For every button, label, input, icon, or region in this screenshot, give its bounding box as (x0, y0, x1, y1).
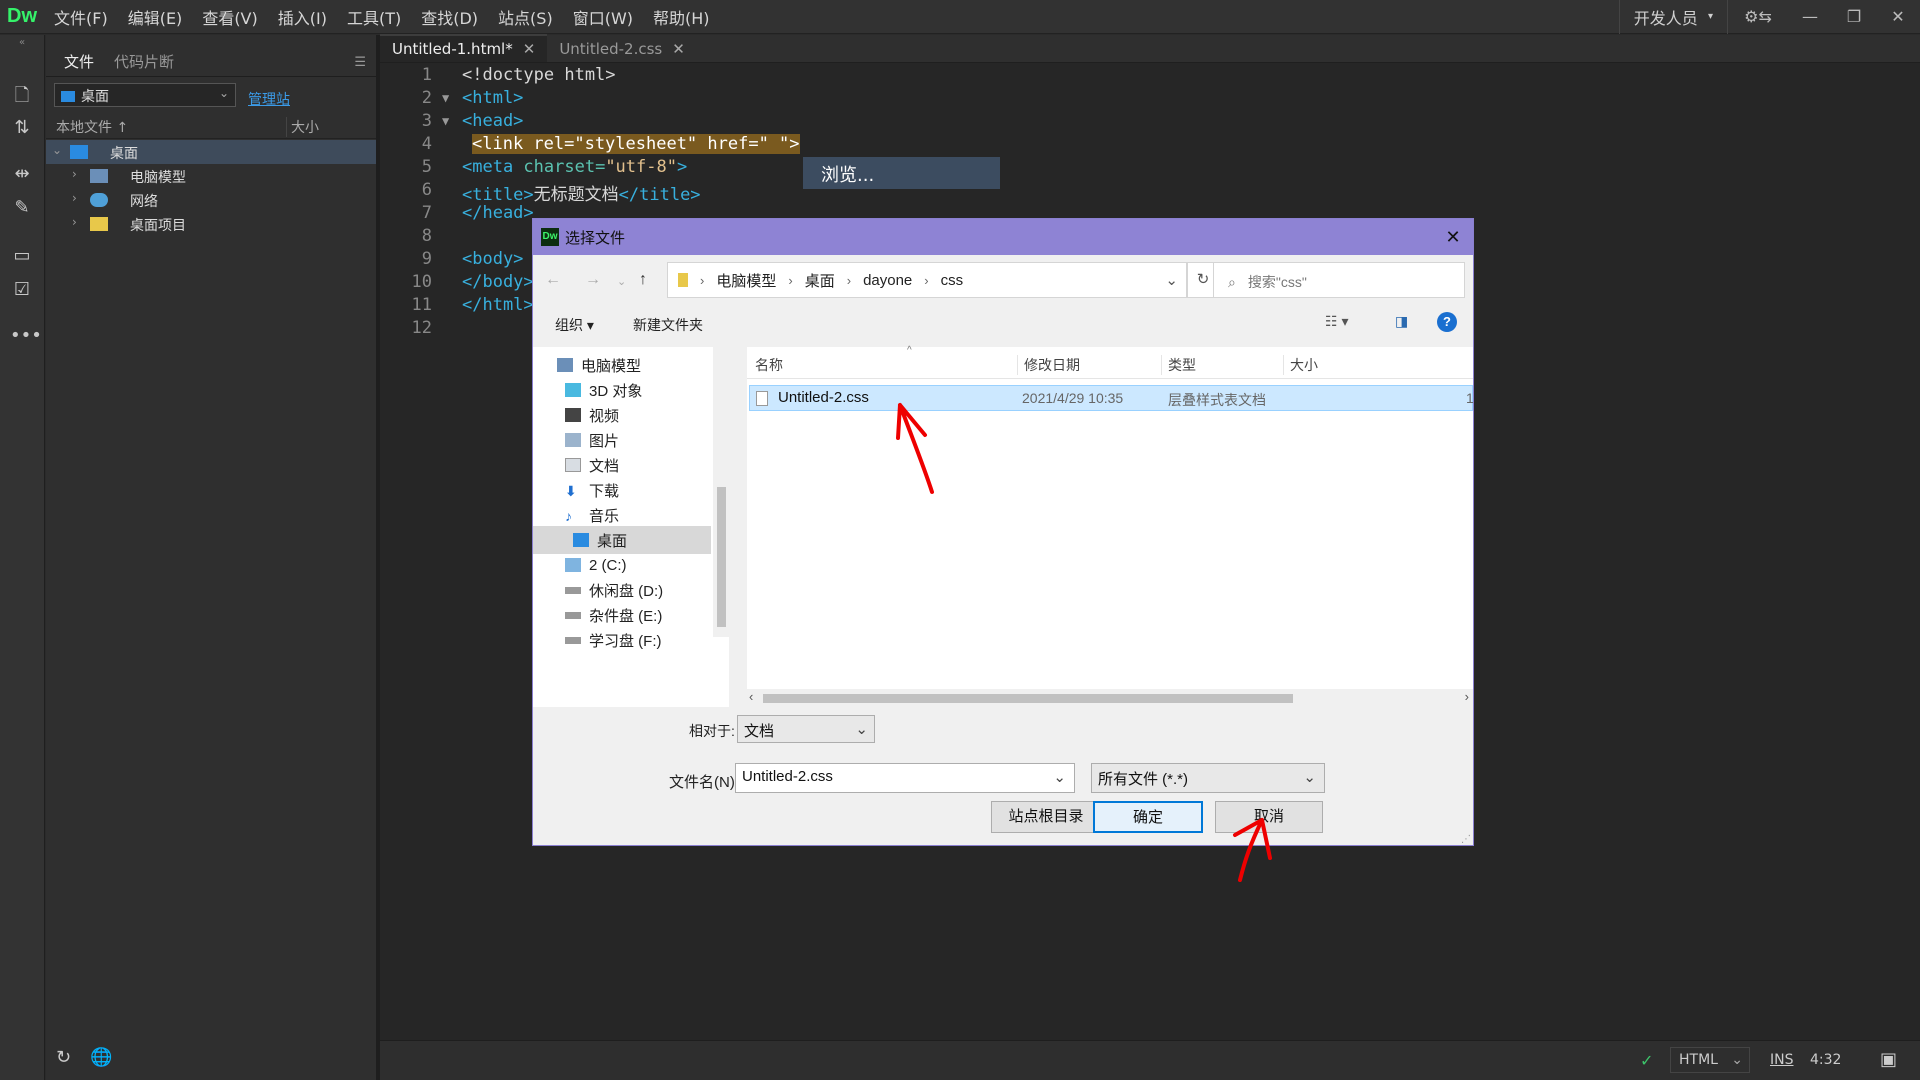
annotation-arrow (1233, 818, 1272, 882)
annotation-arrow (896, 403, 934, 494)
annotation-overlay (896, 403, 1272, 882)
